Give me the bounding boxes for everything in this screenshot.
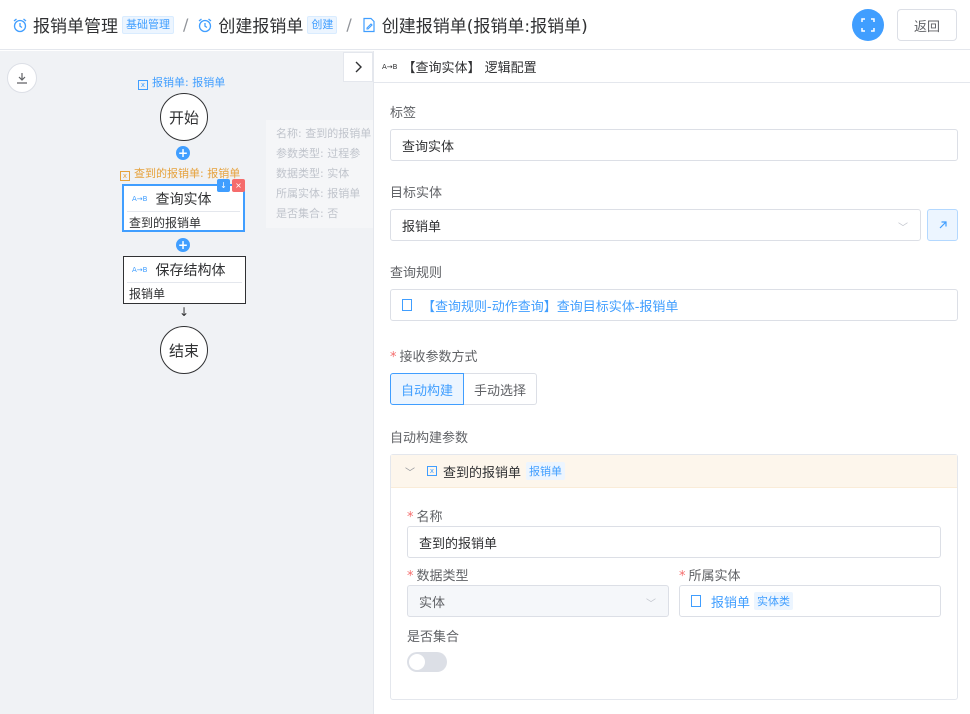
- radio-auto-build[interactable]: 自动构建: [390, 373, 465, 405]
- breadcrumb-separator: /: [183, 15, 189, 34]
- breadcrumb-label: 创建报销单(报销单:报销单): [381, 17, 588, 37]
- breadcrumb-separator: /: [346, 15, 352, 34]
- data-type-label: * 数据类型: [407, 565, 469, 584]
- required-mark: *: [390, 350, 397, 365]
- node-header: A→B 保存结构体: [127, 257, 242, 283]
- param-card-header[interactable]: ﹀ x 查到的报销单 报销单: [391, 455, 957, 488]
- required-mark: *: [407, 569, 414, 584]
- query-rule-field[interactable]: 【查询规则-动作查询】查询目标实体-报销单: [390, 289, 958, 321]
- alarm-clock-icon: [197, 17, 213, 33]
- target-entity-select[interactable]: 报销单 ﹀: [390, 209, 921, 241]
- breadcrumb-tag: 基础管理: [122, 15, 174, 34]
- target-entity-value: 报销单: [402, 219, 442, 235]
- node-subtitle: 查到的报销单: [129, 216, 202, 230]
- chevron-down-icon: ﹀: [646, 599, 656, 610]
- receive-mode-text: 接收参数方式: [399, 350, 478, 365]
- edit-document-icon: [361, 17, 377, 33]
- owner-entity-label-text: 所属实体: [688, 569, 741, 584]
- chevron-right-icon: [355, 61, 362, 73]
- node-title: 保存结构体: [155, 262, 226, 279]
- top-header: 报销单管理 基础管理 / 创建报销单 创建 / 创建报销单(报销单:报销单) 返…: [0, 0, 970, 50]
- info-line: 参数类型: 过程参: [276, 147, 361, 160]
- target-entity-label: 目标实体: [390, 186, 443, 201]
- open-entity-button[interactable]: [927, 209, 958, 241]
- param-name: 查到的报销单: [443, 465, 522, 481]
- breadcrumb-item-manage[interactable]: 报销单管理 基础管理: [12, 12, 174, 37]
- download-icon: [17, 73, 27, 84]
- config-panel: A→B 【查询实体】 逻辑配置 标签 查询实体 目标实体 报销单 ﹀ 查询规则 …: [373, 51, 970, 714]
- owner-entity-link[interactable]: 报销单: [711, 592, 750, 611]
- node-subtitle: 报销单: [129, 287, 166, 301]
- move-down-icon[interactable]: ↓: [217, 179, 230, 192]
- external-link-icon: [939, 221, 947, 229]
- flow-canvas[interactable]: x 报销单: 报销单 开始 + x 查到的报销单: 报销单 A→B 查询实体 查到的…: [0, 51, 373, 714]
- info-line: 是否集合: 否: [276, 207, 339, 220]
- data-type-select[interactable]: 实体 ﹀: [407, 585, 669, 617]
- required-mark: *: [407, 510, 414, 525]
- save-struct-node[interactable]: A→B 保存结构体 报销单: [123, 256, 246, 304]
- add-node-button[interactable]: +: [176, 238, 190, 252]
- document-icon: [402, 299, 412, 311]
- action-icon: A→B: [132, 265, 148, 274]
- action-icon: A→B: [382, 62, 398, 71]
- receive-mode-label: * 接收参数方式: [390, 346, 478, 365]
- node-title: 查询实体: [155, 191, 212, 208]
- root-variable-label: x 报销单: 报销单: [138, 74, 225, 90]
- back-button[interactable]: 返回: [897, 9, 957, 41]
- end-node-label: 结束: [168, 341, 199, 360]
- variable-icon: x: [427, 466, 437, 476]
- info-line: 数据类型: 实体: [276, 167, 350, 180]
- label-input[interactable]: 查询实体: [390, 129, 958, 161]
- auto-params-label: 自动构建参数: [390, 431, 469, 446]
- label-field-label: 标签: [390, 106, 417, 121]
- query-entity-node[interactable]: A→B 查询实体 查到的报销单 ↓ ×: [122, 179, 245, 232]
- radio-manual-select[interactable]: 手动选择: [464, 373, 538, 405]
- fullscreen-button[interactable]: [852, 9, 884, 41]
- start-node[interactable]: 开始: [160, 93, 208, 141]
- param-name-label-text: 名称: [416, 510, 443, 525]
- query-rule-link[interactable]: 【查询规则-动作查询】查询目标实体-报销单: [422, 296, 678, 315]
- collection-switch[interactable]: [407, 652, 447, 672]
- variable-info-tooltip: 名称: 查到的报销单 参数类型: 过程参 数据类型: 实体 所属实体: 报销单 …: [266, 120, 373, 228]
- alarm-clock-icon: [12, 17, 28, 33]
- query-rule-label: 查询规则: [390, 266, 443, 281]
- action-icon: A→B: [132, 194, 148, 203]
- node-tools: ↓ ×: [217, 179, 245, 192]
- param-name-input[interactable]: 查到的报销单: [407, 526, 941, 558]
- document-icon: [691, 595, 701, 607]
- collapse-panel-button[interactable]: [343, 52, 373, 82]
- root-variable-text: 报销单: 报销单: [152, 76, 226, 89]
- variable-icon: x: [120, 171, 130, 181]
- download-button[interactable]: [7, 63, 37, 93]
- param-name-label: * 名称: [407, 506, 443, 525]
- panel-title: 【查询实体】 逻辑配置: [402, 61, 537, 76]
- panel-header: A→B 【查询实体】 逻辑配置: [374, 51, 970, 83]
- breadcrumb-label: 创建报销单: [218, 17, 304, 37]
- breadcrumb-tag: 创建: [307, 15, 338, 34]
- data-type-value: 实体: [419, 595, 446, 611]
- arrow-down-icon: ↓: [179, 305, 190, 319]
- info-line: 所属实体: 报销单: [276, 187, 361, 200]
- owner-entity-field[interactable]: 报销单 实体类: [679, 585, 941, 617]
- start-node-label: 开始: [168, 108, 199, 127]
- delete-icon[interactable]: ×: [232, 179, 245, 192]
- chevron-down-icon: ﹀: [898, 223, 908, 234]
- collection-label: 是否集合: [407, 630, 460, 645]
- data-type-label-text: 数据类型: [416, 569, 469, 584]
- auto-param-card: ﹀ x 查到的报销单 报销单 * 名称 查到的报销单 * 数据类型 实体 ﹀ * 所属…: [390, 454, 958, 700]
- breadcrumb-label: 报销单管理: [33, 17, 118, 37]
- end-node[interactable]: 结束: [160, 326, 208, 374]
- breadcrumb-item-current: 创建报销单(报销单:报销单): [361, 12, 588, 37]
- param-type-tag: 报销单: [526, 462, 566, 480]
- info-line: 名称: 查到的报销单: [276, 127, 372, 140]
- owner-entity-label: * 所属实体: [679, 565, 741, 584]
- entity-class-tag: 实体类: [754, 592, 794, 610]
- receive-mode-radio-group: 自动构建 手动选择: [390, 373, 538, 405]
- chevron-down-icon: ﹀: [405, 467, 415, 479]
- fullscreen-icon: [861, 18, 875, 32]
- add-node-button[interactable]: +: [176, 146, 190, 160]
- breadcrumb-item-create[interactable]: 创建报销单 创建: [197, 12, 338, 37]
- required-mark: *: [679, 569, 686, 584]
- variable-icon: x: [138, 80, 148, 90]
